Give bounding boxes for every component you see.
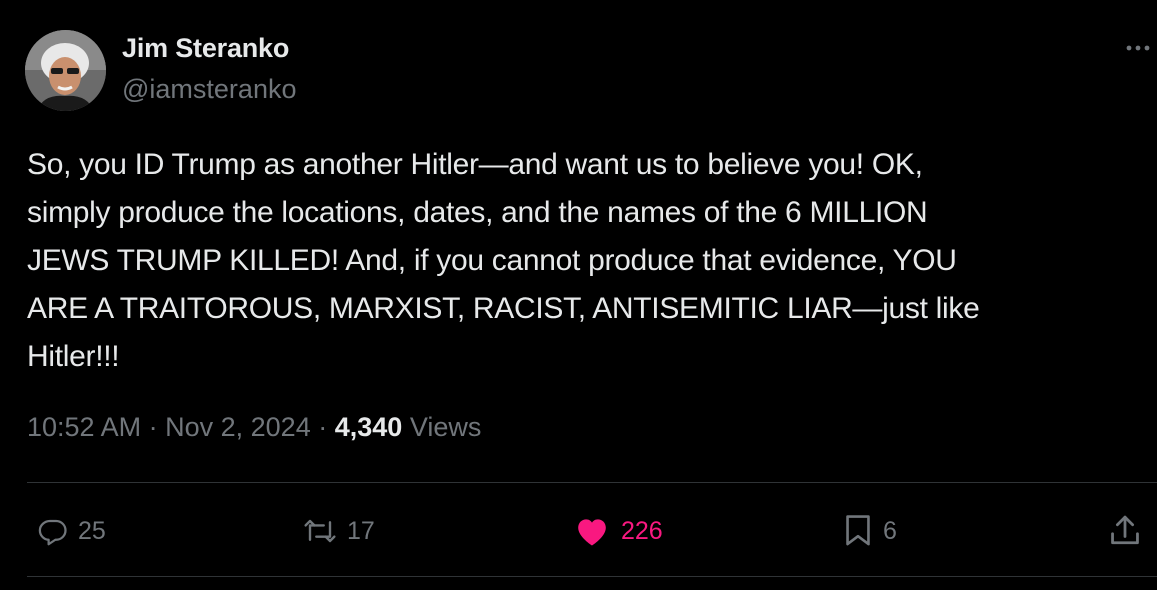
tweet-time[interactable]: 10:52 AM [27,412,141,442]
divider [27,576,1157,577]
meta-separator: · [318,412,328,442]
bookmark-icon [846,515,870,546]
reply-count: 25 [78,516,106,545]
repost-icon [304,519,336,543]
views-count[interactable]: 4,340 [335,412,403,442]
repost-count: 17 [347,516,375,545]
display-name[interactable]: Jim Steranko [122,33,289,64]
tweet-text: So, you ID Trump as another Hitler—and w… [27,148,980,373]
bookmark-button[interactable]: 6 [843,508,897,554]
user-handle[interactable]: @iamsteranko [122,74,296,105]
tweet-meta: 10:52 AM · Nov 2, 2024 · 4,340 Views [27,412,481,443]
reply-button[interactable]: 25 [38,508,106,554]
more-options-icon[interactable] [1123,38,1153,58]
like-button[interactable]: 226 [573,508,663,554]
heart-icon [578,519,606,546]
tweet-date[interactable]: Nov 2, 2024 [165,412,311,442]
meta-separator: · [148,412,158,442]
bookmark-count: 6 [883,516,897,545]
share-button[interactable] [1108,508,1142,554]
share-icon [1111,515,1139,545]
views-label: Views [409,412,482,442]
repost-button[interactable]: 17 [303,508,375,554]
avatar[interactable] [25,30,106,111]
tweet: Jim Steranko @iamsteranko So, you ID Tru… [0,0,1157,590]
like-count: 226 [621,516,663,545]
profile-photo-icon [25,30,106,111]
divider [27,482,1157,483]
reply-icon [38,519,67,546]
